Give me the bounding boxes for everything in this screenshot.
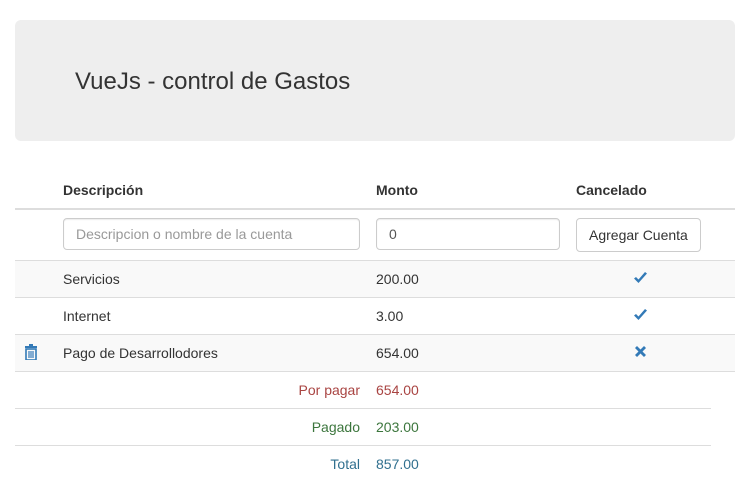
table-row: Pago de Desarrollodores 654.00 <box>15 335 735 372</box>
row-description: Internet <box>63 308 111 324</box>
total-summary-row: Total 857.00 <box>15 446 711 482</box>
table-row: Servicios 200.00 <box>15 261 735 298</box>
table-row: Internet 3.00 <box>15 298 735 335</box>
total-value: 857.00 <box>376 456 419 472</box>
check-icon[interactable] <box>633 308 648 325</box>
row-amount: 3.00 <box>376 308 404 324</box>
amount-input[interactable] <box>376 218 560 250</box>
pending-value: 654.00 <box>376 382 419 398</box>
description-input[interactable] <box>63 218 360 250</box>
row-amount: 654.00 <box>376 345 419 361</box>
trash-icon[interactable] <box>24 344 38 363</box>
header-amount: Monto <box>376 182 418 198</box>
table-header: Descripción Monto Cancelado <box>15 172 735 210</box>
pending-label: Por pagar <box>298 382 360 398</box>
page-title: VueJs - control de Gastos <box>75 68 351 95</box>
paid-summary-row: Pagado 203.00 <box>15 409 711 446</box>
pending-summary-row: Por pagar 654.00 <box>15 372 711 409</box>
remove-icon[interactable] <box>634 345 647 361</box>
row-description: Pago de Desarrollodores <box>63 345 218 361</box>
paid-value: 203.00 <box>376 419 419 435</box>
check-icon[interactable] <box>633 271 648 288</box>
add-account-button[interactable]: Agregar Cuenta <box>576 218 701 252</box>
header-paid: Cancelado <box>576 182 647 198</box>
new-expense-row: Agregar Cuenta <box>15 210 735 261</box>
total-label: Total <box>330 456 360 472</box>
row-description: Servicios <box>63 271 120 287</box>
header-jumbotron: VueJs - control de Gastos <box>15 20 735 141</box>
paid-label: Pagado <box>311 419 360 435</box>
row-amount: 200.00 <box>376 271 419 287</box>
header-description: Descripción <box>63 182 144 198</box>
